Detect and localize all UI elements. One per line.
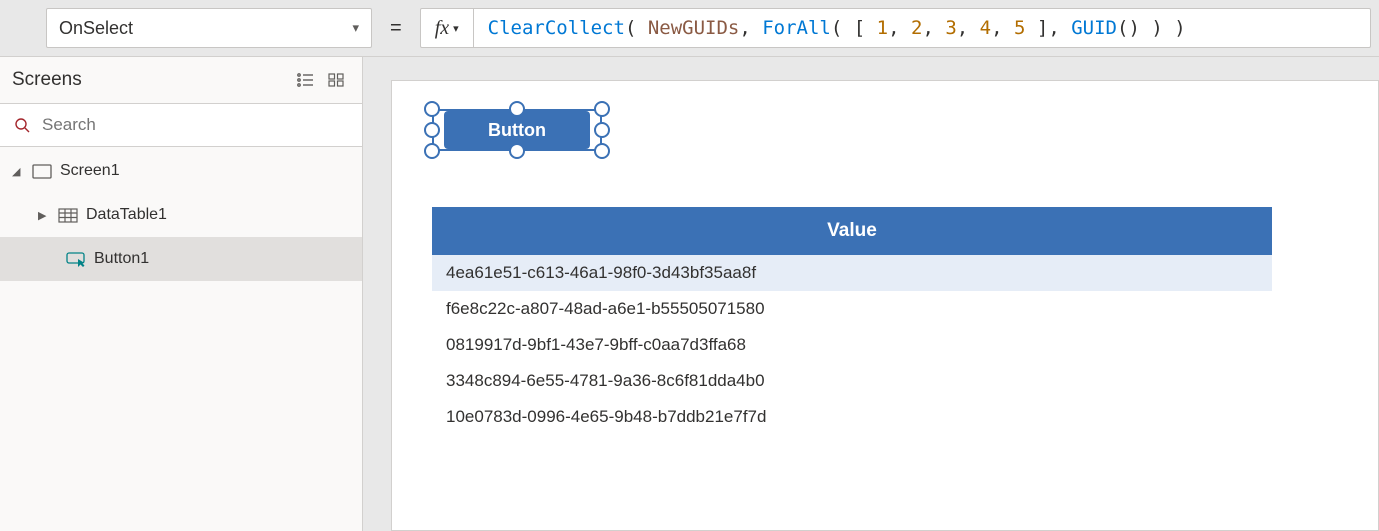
tree-view-header: Screens [0,57,362,103]
screen-icon [32,162,52,180]
expand-icon[interactable]: ▶ [38,209,50,222]
resize-handle-tr[interactable] [594,101,610,117]
table-row[interactable]: 0819917d-9bf1-43e7-9bff-c0aa7d3ffa68 [432,327,1272,363]
tree-view-panel: Screens ◢ [0,56,363,531]
design-canvas[interactable]: Button Value 4ea61e51-c613-46 [363,56,1379,531]
table-row[interactable]: 3348c894-6e55-4781-9a36-8c6f81dda4b0 [432,363,1272,399]
search-input[interactable] [40,114,348,136]
button-icon [66,250,86,268]
search-icon [14,117,30,133]
grid-view-icon[interactable] [328,73,344,87]
formula-bar: OnSelect ▾ = fx ▾ ClearCollect( NewGUIDs… [0,0,1379,56]
formula-text[interactable]: ClearCollect( NewGUIDs, ForAll( [ 1, 2, … [474,17,1370,39]
fx-button[interactable]: fx ▾ [421,9,474,47]
tree-item-label: Screen1 [60,162,120,180]
resize-handle-ml[interactable] [424,122,440,138]
resize-handle-bc[interactable] [509,143,525,159]
control-tree: ◢ Screen1 ▶ DataTable1 [0,147,362,281]
property-selector[interactable]: OnSelect ▾ [46,8,372,48]
resize-handle-br[interactable] [594,143,610,159]
list-view-icon[interactable] [296,73,314,87]
button-label: Button [488,120,546,141]
resize-handle-tc[interactable] [509,101,525,117]
tree-item-label: Button1 [94,250,149,268]
property-selector-value: OnSelect [59,18,133,39]
resize-handle-tl[interactable] [424,101,440,117]
table-header[interactable]: Value [432,207,1272,255]
tree-item-datatable1[interactable]: ▶ DataTable1 [0,193,362,237]
resize-handle-mr[interactable] [594,122,610,138]
fx-icon: fx [435,17,449,40]
chevron-down-icon: ▾ [453,22,459,35]
screen-surface[interactable]: Button Value 4ea61e51-c613-46 [391,80,1379,531]
tree-item-button1[interactable]: Button1 [0,237,362,281]
column-header-value: Value [827,220,877,242]
formula-input[interactable]: fx ▾ ClearCollect( NewGUIDs, ForAll( [ 1… [420,8,1371,48]
table-row[interactable]: 4ea61e51-c613-46a1-98f0-3d43bf35aa8f [432,255,1272,291]
selection-adorner[interactable]: Button [424,101,610,159]
equals-sign: = [384,17,408,40]
datatable-control[interactable]: Value 4ea61e51-c613-46a1-98f0-3d43bf35aa… [432,207,1272,435]
tree-item-label: DataTable1 [86,206,167,224]
resize-handle-bl[interactable] [424,143,440,159]
chevron-down-icon: ▾ [352,20,359,36]
table-icon [58,206,78,224]
table-row[interactable]: f6e8c22c-a807-48ad-a6e1-b55505071580 [432,291,1272,327]
tree-view-title: Screens [12,69,82,91]
collapse-icon[interactable]: ◢ [12,165,24,178]
search-box[interactable] [0,103,362,147]
table-row[interactable]: 10e0783d-0996-4e65-9b48-b7ddb21e7f7d [432,399,1272,435]
tree-item-screen1[interactable]: ◢ Screen1 [0,149,362,193]
